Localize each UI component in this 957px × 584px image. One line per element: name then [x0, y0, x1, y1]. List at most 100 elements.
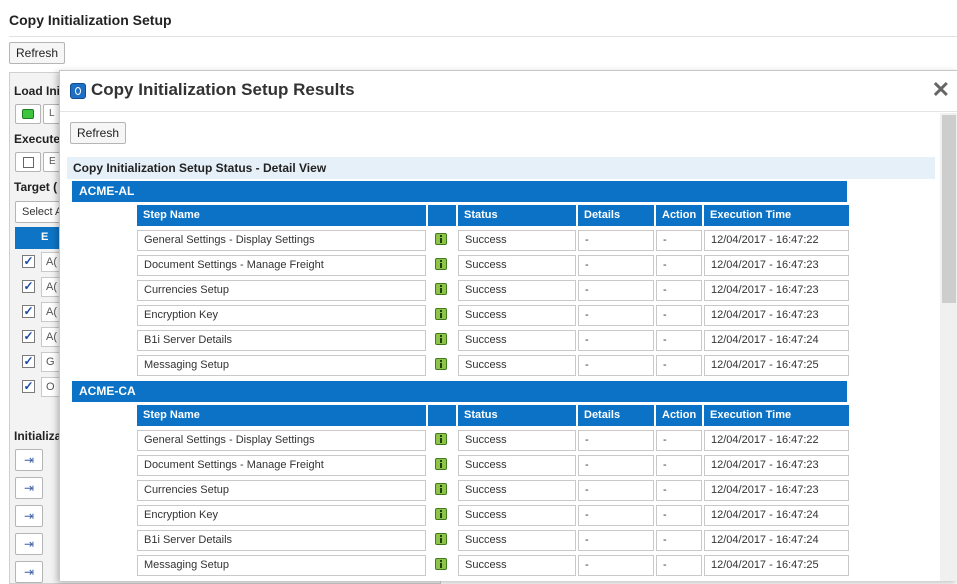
cell-details: -	[578, 305, 654, 326]
cell-status: Success	[458, 255, 576, 276]
target-table-header: E	[15, 227, 61, 249]
row-info-cell	[428, 355, 456, 376]
cell-details: -	[578, 530, 654, 551]
results-dialog: Copy Initialization Setup Results ✕ Refr…	[59, 70, 957, 581]
cell-action: -	[656, 330, 702, 351]
info-icon[interactable]	[435, 308, 447, 320]
cell-action: -	[656, 555, 702, 576]
column-header-time: Execution Time	[704, 405, 849, 426]
cell-status: Success	[458, 305, 576, 326]
row-checkbox[interactable]: ✓	[22, 355, 35, 368]
cell-status: Success	[458, 230, 576, 251]
row-info-cell	[428, 280, 456, 301]
column-header-action: Action	[656, 205, 702, 226]
target-row: G	[41, 352, 61, 372]
cell-status: Success	[458, 430, 576, 451]
target-row: A(	[41, 327, 61, 347]
cell-time: 12/04/2017 - 16:47:22	[704, 430, 849, 451]
close-icon[interactable]: ✕	[932, 79, 950, 101]
cell-details: -	[578, 555, 654, 576]
dialog-title: Copy Initialization Setup Results	[91, 80, 355, 99]
cell-action: -	[656, 255, 702, 276]
expand-icon[interactable]: ⇥	[15, 449, 43, 471]
cell-time: 12/04/2017 - 16:47:24	[704, 505, 849, 526]
row-checkbox[interactable]: ✓	[22, 280, 35, 293]
cell-time: 12/04/2017 - 16:47:22	[704, 230, 849, 251]
cell-status: Success	[458, 355, 576, 376]
row-info-cell	[428, 230, 456, 251]
cell-step: General Settings - Display Settings	[137, 230, 426, 251]
dialog-header: Copy Initialization Setup Results ✕	[60, 71, 957, 112]
cell-status: Success	[458, 455, 576, 476]
refresh-button[interactable]: Refresh	[9, 42, 66, 64]
cell-time: 12/04/2017 - 16:47:23	[704, 480, 849, 501]
info-icon[interactable]	[435, 433, 447, 445]
initialization-section-label: Initializa	[14, 429, 62, 443]
cell-time: 12/04/2017 - 16:47:25	[704, 555, 849, 576]
row-info-cell	[428, 255, 456, 276]
info-icon[interactable]	[435, 233, 447, 245]
cell-step: Document Settings - Manage Freight	[137, 255, 426, 276]
cell-details: -	[578, 480, 654, 501]
cell-time: 12/04/2017 - 16:47:25	[704, 355, 849, 376]
cell-time: 12/04/2017 - 16:47:24	[704, 330, 849, 351]
row-checkbox[interactable]: ✓	[22, 330, 35, 343]
load-status-button[interactable]	[15, 104, 41, 124]
info-icon[interactable]	[435, 558, 447, 570]
row-info-cell	[428, 505, 456, 526]
column-header-details: Details	[578, 405, 654, 426]
target-section-label: Target (	[14, 180, 58, 194]
select-all-dropdown[interactable]: Select A	[15, 201, 65, 223]
cell-action: -	[656, 355, 702, 376]
load-section-label: Load Ini	[14, 84, 60, 98]
info-icon[interactable]	[435, 258, 447, 270]
cell-action: -	[656, 305, 702, 326]
cell-action: -	[656, 480, 702, 501]
row-info-cell	[428, 555, 456, 576]
target-table-header-label: E	[41, 231, 49, 243]
cell-details: -	[578, 230, 654, 251]
execute-status-button[interactable]	[15, 152, 41, 172]
column-header-step: Step Name	[137, 405, 426, 426]
column-header-time: Execution Time	[704, 205, 849, 226]
row-info-cell	[428, 480, 456, 501]
info-icon[interactable]	[435, 358, 447, 370]
group-header: ACME-CA	[72, 381, 847, 402]
green-status-icon	[22, 109, 34, 119]
info-icon[interactable]	[435, 483, 447, 495]
cell-action: -	[656, 530, 702, 551]
row-info-cell	[428, 530, 456, 551]
expand-icon[interactable]: ⇥	[15, 561, 43, 583]
info-icon[interactable]	[435, 508, 447, 520]
cell-time: 12/04/2017 - 16:47:23	[704, 305, 849, 326]
column-header-details: Details	[578, 205, 654, 226]
cell-details: -	[578, 455, 654, 476]
cell-step: B1i Server Details	[137, 330, 426, 351]
info-icon[interactable]	[435, 283, 447, 295]
cell-status: Success	[458, 505, 576, 526]
cell-time: 12/04/2017 - 16:47:23	[704, 255, 849, 276]
info-icon[interactable]	[435, 458, 447, 470]
row-checkbox[interactable]: ✓	[22, 255, 35, 268]
expand-icon[interactable]: ⇥	[15, 477, 43, 499]
info-circle-icon	[70, 83, 86, 99]
info-icon[interactable]	[435, 333, 447, 345]
cell-time: 12/04/2017 - 16:47:23	[704, 455, 849, 476]
scrollbar-thumb[interactable]	[942, 115, 956, 303]
cell-step: Messaging Setup	[137, 355, 426, 376]
target-row: A(	[41, 302, 61, 322]
row-info-cell	[428, 455, 456, 476]
row-checkbox[interactable]: ✓	[22, 380, 35, 393]
cell-status: Success	[458, 555, 576, 576]
cell-details: -	[578, 355, 654, 376]
target-row: A(	[41, 277, 61, 297]
target-row: O	[41, 377, 61, 397]
info-icon[interactable]	[435, 533, 447, 545]
dialog-refresh-button[interactable]: Refresh	[70, 122, 127, 144]
column-header-icon	[428, 405, 456, 426]
expand-icon[interactable]: ⇥	[15, 533, 43, 555]
expand-icon[interactable]: ⇥	[15, 505, 43, 527]
row-checkbox[interactable]: ✓	[22, 305, 35, 318]
column-header-icon	[428, 205, 456, 226]
checkbox-icon	[23, 157, 34, 168]
